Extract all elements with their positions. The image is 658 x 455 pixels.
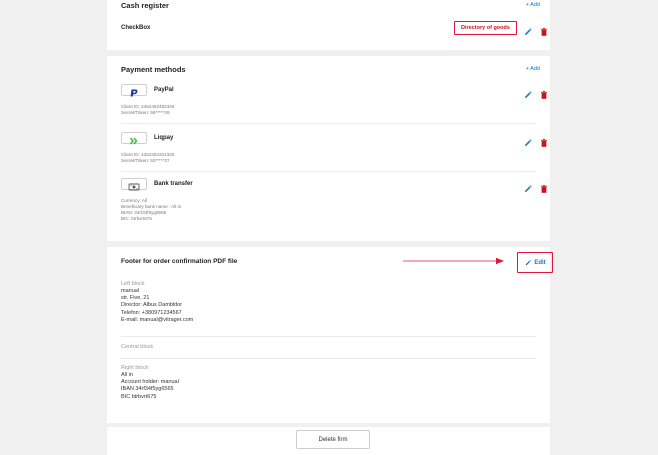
divider	[121, 336, 536, 337]
left-block-label: Left block	[121, 281, 145, 287]
payment-method-name: Bank transfer	[154, 181, 193, 187]
trash-icon[interactable]	[539, 24, 549, 36]
left-block-line: E-mail: manual@vitrager.com	[121, 316, 194, 323]
pencil-icon[interactable]	[523, 135, 533, 146]
left-block-content: manual str. Five, 21 Director: Albus Dam…	[121, 288, 193, 324]
payment-methods-card: Payment methods + Add PayPal Client ID: …	[107, 56, 550, 241]
pencil-icon[interactable]	[523, 24, 533, 35]
pencil-icon	[524, 259, 532, 267]
bank-transfer-icon	[121, 178, 147, 191]
delete-firm-card: Delete firm	[107, 427, 550, 455]
divider	[121, 171, 536, 172]
cash-register-item-name: CheckBox	[121, 25, 151, 31]
left-block-line: Director: Albus Dambldor	[121, 302, 183, 309]
trash-icon[interactable]	[539, 87, 549, 99]
firm-settings-page: Cash register + Add CheckBox Directory o…	[0, 0, 658, 455]
directory-of-goods-label: Directory of goods	[461, 25, 510, 31]
left-block-line: str. Five, 21	[121, 295, 150, 302]
annotation-arrow-icon	[403, 257, 504, 265]
pencil-icon[interactable]	[523, 181, 533, 192]
delete-firm-button[interactable]: Delete firm	[296, 430, 370, 449]
central-block-label: Central block	[121, 344, 154, 350]
left-block-line: Telefon: +380971234567	[121, 309, 182, 316]
trash-icon[interactable]	[539, 135, 549, 147]
divider	[121, 358, 536, 359]
add-cash-register-link[interactable]: + Add	[526, 2, 540, 8]
payment-method-detail: BIC: btrbvrt675	[121, 216, 152, 221]
cash-register-card: Cash register + Add CheckBox Directory o…	[107, 0, 550, 50]
edit-label: Edit	[534, 259, 546, 266]
pdf-footer-title: Footer for order confirmation PDF file	[121, 258, 238, 265]
right-block-line: BIC btrbvrt675	[121, 393, 157, 400]
directory-of-goods-button[interactable]: Directory of goods	[454, 21, 517, 35]
right-block-content: All in Account holder: manual IBAN 34rf3…	[121, 372, 179, 401]
payment-method-detail: Secret/Token: 56*****26	[121, 110, 170, 115]
pencil-icon[interactable]	[523, 87, 533, 98]
edit-footer-button[interactable]: Edit	[517, 252, 553, 273]
add-payment-method-link[interactable]: + Add	[526, 66, 540, 72]
right-block-line: IBAN 34rf34f5yg6565	[121, 386, 174, 393]
right-block-label: Right block	[121, 365, 149, 371]
cash-register-title: Cash register	[121, 1, 169, 10]
payment-methods-title: Payment methods	[121, 65, 186, 74]
paypal-logo	[121, 84, 147, 97]
pdf-footer-card: Footer for order confirmation PDF file E…	[107, 247, 553, 423]
payment-method-name: Liqpay	[154, 135, 174, 141]
payment-method-detail: Secret/Token: 53*****37	[121, 158, 170, 163]
right-block-line: All in	[121, 372, 133, 378]
divider	[121, 123, 536, 124]
liqpay-logo	[121, 132, 147, 145]
delete-firm-label: Delete firm	[318, 436, 348, 443]
payment-method-name: PayPal	[154, 87, 174, 93]
left-block-line: manual	[121, 288, 140, 294]
right-block-line: Account holder: manual	[121, 379, 179, 386]
trash-icon[interactable]	[539, 181, 549, 193]
